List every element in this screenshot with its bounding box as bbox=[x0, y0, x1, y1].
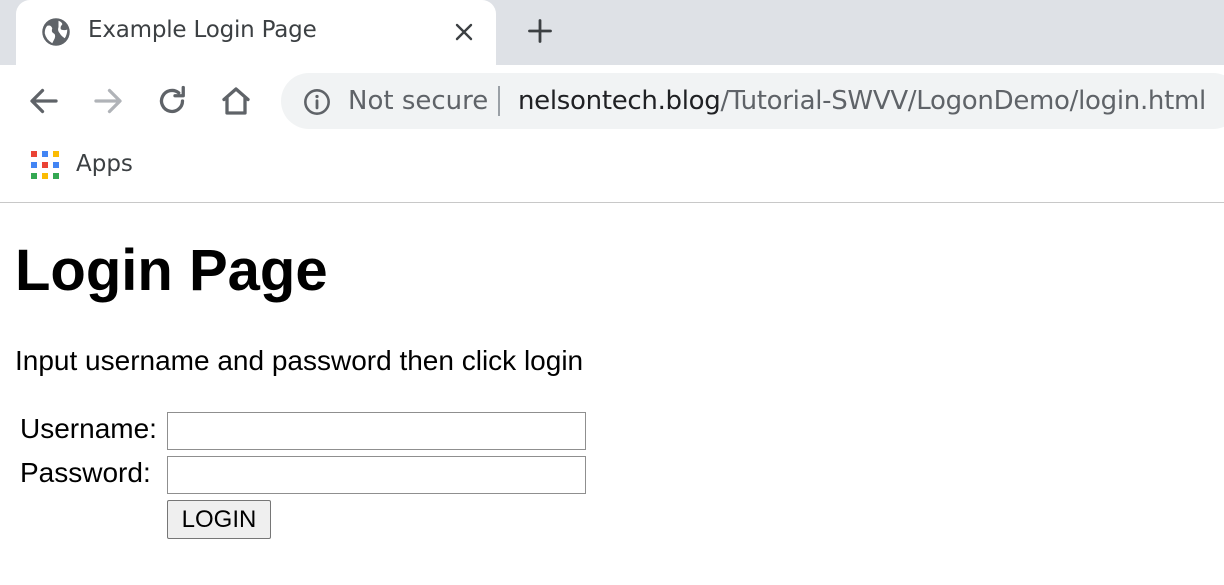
page-title: Login Page bbox=[15, 238, 328, 303]
active-tab[interactable]: Example Login Page bbox=[16, 0, 496, 65]
omnibox-divider bbox=[498, 86, 500, 116]
globe-icon bbox=[42, 18, 70, 46]
url-text[interactable]: nelsontech.blog/Tutorial-SWVV/LogonDemo/… bbox=[518, 86, 1206, 116]
security-status[interactable]: Not secure bbox=[348, 86, 488, 116]
login-button[interactable]: LOGIN bbox=[167, 500, 271, 539]
close-icon[interactable] bbox=[452, 20, 476, 44]
username-input[interactable] bbox=[167, 412, 586, 450]
instructions-text: Input username and password then click l… bbox=[15, 345, 584, 376]
tab-strip: Example Login Page bbox=[0, 0, 1224, 65]
bookmarks-bar: Apps bbox=[0, 137, 1224, 203]
url-path: /Tutorial-SWVV/LogonDemo/login.html bbox=[720, 86, 1207, 116]
apps-bookmark[interactable]: Apps bbox=[76, 151, 133, 177]
forward-arrow-icon[interactable] bbox=[90, 83, 126, 119]
info-icon[interactable] bbox=[303, 88, 331, 116]
page-content: Login Page Input username and password t… bbox=[0, 203, 1224, 585]
address-bar[interactable]: Not secure nelsontech.blog/Tutorial-SWVV… bbox=[281, 73, 1224, 129]
tab-title: Example Login Page bbox=[88, 17, 317, 43]
password-input[interactable] bbox=[167, 456, 586, 494]
home-icon[interactable] bbox=[218, 83, 254, 119]
new-tab-icon[interactable] bbox=[526, 17, 554, 45]
url-host: nelsontech.blog bbox=[518, 86, 721, 116]
browser-toolbar: Not secure nelsontech.blog/Tutorial-SWVV… bbox=[0, 65, 1224, 137]
password-label: Password: bbox=[20, 457, 151, 488]
back-arrow-icon[interactable] bbox=[26, 83, 62, 119]
apps-grid-icon[interactable] bbox=[31, 151, 59, 179]
reload-icon[interactable] bbox=[154, 83, 190, 119]
username-label: Username: bbox=[20, 413, 157, 444]
